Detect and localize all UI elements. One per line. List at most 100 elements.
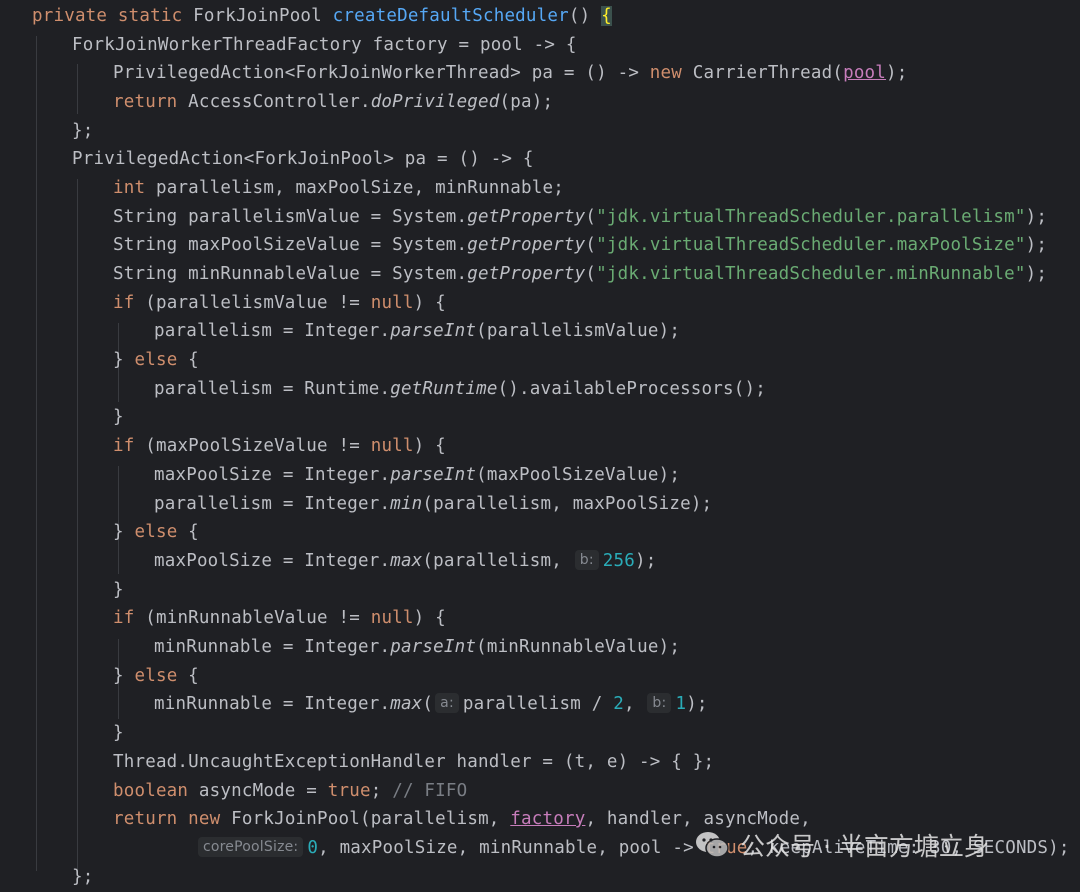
code-line-22[interactable]: if (minRunnableValue != null) { — [113, 604, 1073, 633]
keyword: boolean — [113, 781, 189, 801]
code-text: (parallelism, maxPoolSize); — [422, 494, 713, 514]
watermark-text: 公众号 · 半亩方塘立身 — [740, 832, 989, 861]
keyword: else — [134, 350, 178, 370]
code-line-10[interactable]: String minRunnableValue = System.getProp… — [113, 260, 1073, 289]
code-line-24[interactable]: } else { — [113, 662, 1073, 691]
string-literal: "jdk.virtualThreadScheduler.maxPoolSize" — [596, 235, 1026, 255]
keyword: int — [113, 178, 146, 198]
keyword: true — [327, 781, 371, 801]
code-line-2[interactable]: ForkJoinWorkerThreadFactory factory = po… — [72, 31, 1072, 60]
number-literal: 0 — [307, 838, 319, 858]
code-text: ) { — [413, 293, 446, 313]
code-text: parallelism / — [462, 694, 614, 714]
code-text: { — [177, 350, 199, 370]
static-method: getRuntime — [390, 379, 498, 399]
code-line-27[interactable]: Thread.UncaughtExceptionHandler handler … — [113, 748, 1073, 777]
code-line-11[interactable]: if (parallelismValue != null) { — [113, 289, 1073, 318]
code-line-21[interactable]: } — [113, 576, 1073, 605]
keyword: else — [134, 522, 178, 542]
code-text: }; — [72, 867, 94, 887]
static-method: max — [390, 694, 423, 714]
method-name: createDefaultScheduler — [332, 6, 569, 26]
keyword: if — [113, 436, 135, 456]
code-line-16[interactable]: if (maxPoolSizeValue != null) { — [113, 432, 1073, 461]
code-line-12[interactable]: parallelism = Integer.parseInt(paralleli… — [154, 317, 1074, 346]
code-line-20[interactable]: maxPoolSize = Integer.max(parallelism, b… — [154, 547, 1074, 576]
type-name: ForkJoinPool — [193, 6, 322, 26]
keyword: null — [370, 608, 414, 628]
captured-variable: pool — [843, 63, 887, 83]
code-text: ( — [422, 694, 434, 714]
keyword: null — [370, 293, 414, 313]
keyword: return — [113, 92, 178, 112]
code-text: maxPoolSize = Integer. — [154, 465, 391, 485]
indent-guide — [77, 64, 78, 114]
code-text: ); — [686, 694, 708, 714]
code-line-9[interactable]: String maxPoolSizeValue = System.getProp… — [113, 231, 1073, 260]
code-text: PrivilegedAction<ForkJoinWorkerThread> p… — [113, 63, 650, 83]
code-text: (maxPoolSizeValue); — [476, 465, 681, 485]
code-text: , — [623, 694, 646, 714]
keyword: new — [649, 63, 683, 83]
static-method: max — [390, 551, 423, 571]
code-text: minRunnable = Integer. — [154, 637, 391, 657]
code-text: { — [177, 666, 199, 686]
code-text: parallelism = Runtime. — [154, 379, 391, 399]
indent-guide — [77, 179, 78, 869]
parameter-hint: b: — [647, 693, 672, 713]
code-text: , maxPoolSize, minRunnable, pool -> — [318, 838, 705, 858]
static-method: getProperty — [467, 207, 586, 227]
code-line-19[interactable]: } else { — [113, 518, 1073, 547]
code-text: (parallelismValue != — [145, 293, 371, 313]
code-line-7[interactable]: int parallelism, maxPoolSize, minRunnabl… — [113, 174, 1073, 203]
code-text: ) { — [413, 608, 446, 628]
static-method: getProperty — [467, 264, 586, 284]
code-text: (minRunnableValue != — [145, 608, 371, 628]
code-line-8[interactable]: String parallelismValue = System.getProp… — [113, 203, 1073, 232]
code-text: (pa); — [499, 92, 554, 112]
code-text: AccessController. — [188, 92, 371, 112]
code-text: ().availableProcessors(); — [497, 379, 766, 399]
code-text: asyncMode = — [198, 781, 328, 801]
code-text: String minRunnableValue = System. — [113, 264, 468, 284]
code-text: } — [113, 407, 124, 427]
keyword: static — [117, 6, 183, 26]
code-line-13[interactable]: } else { — [113, 346, 1073, 375]
code-line-23[interactable]: minRunnable = Integer.parseInt(minRunnab… — [154, 633, 1074, 662]
code-line-1[interactable]: private static ForkJoinPool createDefaul… — [32, 2, 1072, 31]
code-editor[interactable]: private static ForkJoinPool createDefaul… — [0, 0, 1080, 889]
number-literal: 256 — [602, 551, 635, 571]
code-text: (parallelism, — [422, 551, 573, 571]
parameter-hint: a: — [435, 693, 459, 713]
code-line-6[interactable]: PrivilegedAction<ForkJoinPool> pa = () -… — [72, 145, 1072, 174]
code-line-5[interactable]: }; — [72, 117, 1072, 146]
code-text: parallelism, maxPoolSize, minRunnable; — [155, 178, 564, 198]
code-text: { — [177, 522, 199, 542]
code-line-4[interactable]: return AccessController.doPrivileged(pa)… — [113, 88, 1073, 117]
code-line-17[interactable]: maxPoolSize = Integer.parseInt(maxPoolSi… — [154, 461, 1074, 490]
code-line-15[interactable]: } — [113, 403, 1073, 432]
number-literal: 2 — [613, 694, 624, 714]
code-text: CarrierThread( — [692, 63, 844, 83]
code-line-18[interactable]: parallelism = Integer.min(parallelism, m… — [154, 490, 1074, 519]
static-method: getProperty — [467, 235, 586, 255]
code-line-26[interactable]: } — [113, 719, 1073, 748]
static-method: parseInt — [390, 637, 477, 657]
code-line-25[interactable]: minRunnable = Integer.max(a: parallelism … — [154, 690, 1074, 719]
static-method: parseInt — [390, 465, 477, 485]
code-text: ForkJoinPool(parallelism, — [231, 809, 511, 829]
keyword: else — [134, 666, 178, 686]
code-text: }; — [72, 121, 94, 141]
code-line-28[interactable]: boolean asyncMode = true; // FIFO — [113, 777, 1073, 806]
code-text: (minRunnableValue); — [476, 637, 681, 657]
code-text: parallelism = Integer. — [154, 321, 391, 341]
code-text: ); — [886, 63, 908, 83]
code-line-3[interactable]: PrivilegedAction<ForkJoinWorkerThread> p… — [113, 59, 1073, 88]
keyword: private — [32, 6, 108, 26]
code-text: } — [113, 723, 124, 743]
parameter-hint: b: — [574, 550, 599, 570]
static-method: doPrivileged — [370, 92, 500, 112]
static-method: min — [390, 494, 423, 514]
wechat-icon — [694, 830, 730, 860]
code-line-14[interactable]: parallelism = Runtime.getRuntime().avail… — [154, 375, 1074, 404]
